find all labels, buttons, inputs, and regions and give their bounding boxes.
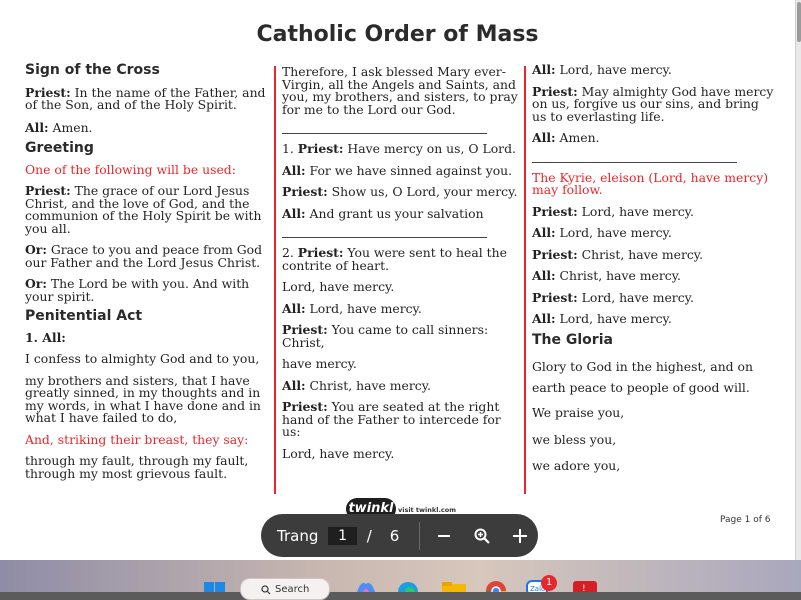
- paragraph: All: Lord, have mercy.: [532, 311, 672, 326]
- column-divider: [524, 66, 526, 494]
- paragraph: Lord, have mercy.: [282, 279, 395, 294]
- divider-line: [282, 133, 487, 134]
- speaker: All:: [532, 268, 556, 283]
- rubric: One of the following will be used:: [25, 161, 236, 177]
- paragraph: Lord, have mercy.: [282, 445, 395, 461]
- speaker: All:: [282, 162, 306, 178]
- paragraph: Priest: Lord, have mercy.: [532, 289, 694, 305]
- paragraph: Priest: Lord, have mercy.: [532, 203, 694, 219]
- rubric: The Kyrie, eleison (Lord, have mercy) ma…: [532, 169, 769, 197]
- page-number-footer: Page 1 of 6: [720, 515, 771, 525]
- column-2: Therefore, I ask blessed Mary ever-Virgi…: [282, 64, 519, 461]
- paragraph: All: Lord, have mercy.: [282, 300, 422, 316]
- paragraph: Or: Grace to you and peace from God our …: [25, 242, 263, 270]
- paragraph: All: For we have sinned against you.: [282, 162, 513, 178]
- paragraph: 2. Priest: You were sent to heal the con…: [282, 245, 507, 273]
- paragraph: All: And grant us your salvation: [282, 205, 484, 221]
- rubric: And, striking their breast, they say:: [25, 431, 249, 447]
- toolbar-divider: [419, 521, 421, 550]
- page-separator: /: [366, 526, 372, 545]
- search-placeholder: Search: [275, 584, 310, 595]
- zoom-out-button[interactable]: [426, 521, 462, 551]
- paragraph: Priest: You came to call sinners: Christ…: [282, 322, 489, 350]
- paragraph: We praise you,: [532, 405, 625, 420]
- speaker: Priest:: [282, 184, 328, 199]
- paragraph: All: Amen.: [532, 130, 600, 145]
- vertical-scrollbar[interactable]: [795, 0, 801, 560]
- heading-greeting: Greeting: [25, 140, 94, 156]
- paragraph: my brothers and sisters, that I have gre…: [25, 372, 261, 425]
- speaker: All:: [532, 62, 556, 77]
- notification-badge: 1: [541, 575, 557, 591]
- speaker: All:: [282, 300, 306, 316]
- paragraph: Priest: Show us, O Lord, your mercy.: [282, 184, 518, 199]
- plus-icon: [513, 528, 528, 543]
- scrollbar-thumb[interactable]: [797, 2, 801, 42]
- paragraph: Priest: In the name of the Father, and o…: [25, 84, 266, 112]
- paragraph: Priest: You are seated at the right hand…: [282, 399, 501, 439]
- page-label: Trang: [277, 526, 319, 545]
- divider-line: [282, 237, 487, 238]
- app-icon-red[interactable]: !: [573, 581, 597, 592]
- paragraph: Priest: Christ, have mercy.: [532, 246, 704, 262]
- heading-sign-of-the-cross: Sign of the Cross: [25, 62, 160, 78]
- edge-browser-icon[interactable]: [397, 580, 419, 592]
- speaker: All:: [25, 119, 49, 135]
- paragraph: All: Christ, have mercy.: [532, 268, 681, 283]
- heading-the-gloria: The Gloria: [532, 331, 613, 348]
- column-1: Sign of the Cross Priest: In the name of…: [25, 62, 268, 481]
- column-divider: [274, 66, 276, 494]
- paragraph: Therefore, I ask blessed Mary ever-Virgi…: [282, 64, 518, 117]
- minus-icon: [438, 534, 451, 537]
- document-page: Catholic Order of Mass Sign of the Cross…: [0, 0, 795, 560]
- zoom-search-icon: [474, 528, 490, 544]
- windows-start-icon[interactable]: [204, 582, 226, 592]
- paragraph: we adore you,: [532, 458, 621, 473]
- heading-penitential-act: Penitential Act: [25, 308, 143, 324]
- pdf-page-toolbar: Trang 1 / 6: [261, 514, 538, 557]
- paragraph: All: Lord, have mercy.: [532, 62, 672, 77]
- paragraph: 1. Priest: Have mercy on us, O Lord.: [282, 141, 516, 156]
- page-number-input[interactable]: 1: [328, 526, 357, 545]
- paragraph: All: Amen.: [25, 119, 93, 135]
- speaker: All:: [532, 311, 556, 326]
- file-explorer-icon[interactable]: [442, 582, 466, 592]
- paragraph: we bless you,: [532, 431, 617, 447]
- paragraph: All: Christ, have mercy.: [282, 377, 431, 393]
- paragraph: Priest: May almighty God have mercy on u…: [532, 83, 774, 124]
- svg-text:!: !: [582, 584, 586, 592]
- speaker: Priest:: [297, 141, 344, 156]
- column-3: All: Lord, have mercy. Priest: May almig…: [532, 62, 775, 473]
- speaker: All:: [282, 377, 306, 393]
- paragraph: Priest: The grace of our Lord Jesus Chri…: [25, 183, 262, 236]
- taskbar-search-box[interactable]: Search: [240, 578, 330, 600]
- speaker: All:: [532, 225, 556, 240]
- chrome-icon[interactable]: [485, 578, 507, 592]
- speaker: All:: [532, 130, 556, 145]
- paragraph: I confess to almighty God and to you,: [25, 351, 260, 366]
- copilot-icon[interactable]: [355, 580, 377, 592]
- speaker: Priest:: [532, 203, 578, 219]
- paragraph: have mercy.: [282, 356, 357, 371]
- paragraph: Or: The Lord be with you. And with your …: [25, 276, 250, 304]
- speaker: Priest:: [532, 289, 578, 305]
- total-pages: 6: [389, 526, 400, 545]
- zoom-fit-button[interactable]: [464, 521, 500, 551]
- document-title: Catholic Order of Mass: [256, 22, 539, 47]
- speaker: All:: [282, 205, 306, 221]
- speaker: Priest:: [532, 246, 578, 262]
- taskbar: Search Zalo !: [0, 560, 801, 600]
- paragraph: through my fault, through my fault, thro…: [25, 453, 249, 481]
- paragraph: 1. All:: [25, 329, 66, 345]
- twinkl-url: visit twinkl.com: [398, 506, 457, 514]
- paragraph: Glory to God in the highest, and on eart…: [532, 359, 753, 395]
- divider-line: [532, 161, 737, 163]
- zoom-in-button[interactable]: [502, 521, 538, 551]
- paragraph: All: Lord, have mercy.: [532, 225, 672, 240]
